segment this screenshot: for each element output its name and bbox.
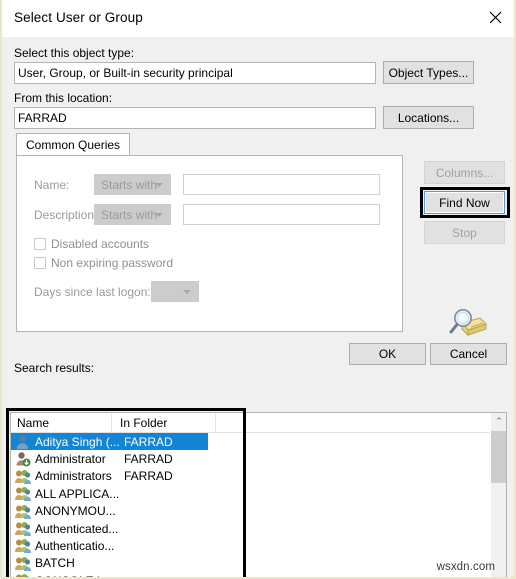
list-rows: Aditya Singh (... FARRAD Administrator FARR…	[11, 433, 506, 577]
cell-name: Authenticatio...	[35, 539, 115, 554]
cell-name: BATCH	[35, 556, 75, 571]
group-icon	[14, 469, 31, 485]
cell-in-folder: FARRAD	[124, 452, 173, 467]
chevron-down-icon	[183, 289, 191, 294]
locations-button[interactable]: Locations...	[383, 106, 474, 129]
group-icon	[14, 521, 31, 537]
table-row[interactable]: Administrator FARRAD	[11, 450, 506, 467]
object-type-label: Select this object type:	[14, 46, 135, 60]
cancel-button[interactable]: Cancel	[430, 343, 507, 365]
query-name-input[interactable]	[183, 174, 380, 195]
table-row[interactable]: CONSOLE L...	[11, 572, 506, 577]
columns-button[interactable]: Columns...	[424, 161, 505, 184]
disabled-accounts-label: Disabled accounts	[51, 237, 150, 251]
cell-name: Administrator	[35, 452, 106, 467]
search-results-label: Search results:	[14, 361, 95, 375]
column-separator[interactable]	[111, 413, 112, 433]
table-row[interactable]: ANONYMOU...	[11, 503, 506, 520]
table-row[interactable]: ALL APPLICA...	[11, 485, 506, 502]
chevron-down-icon	[155, 212, 163, 217]
days-since-last-logon-label: Days since last logon:	[34, 285, 151, 299]
group-icon	[14, 573, 31, 577]
days-since-last-logon-select[interactable]	[151, 281, 199, 302]
user-icon	[14, 434, 31, 450]
from-location-label: From this location:	[14, 91, 113, 105]
table-row[interactable]: Authenticated...	[11, 520, 506, 537]
query-name-operator-value: Starts with	[101, 177, 158, 192]
from-location-input[interactable]: FARRAD	[14, 107, 376, 129]
cell-in-folder: FARRAD	[124, 469, 173, 484]
cell-name: ANONYMOU...	[35, 504, 116, 519]
chevron-down-icon	[155, 182, 163, 187]
query-description-operator-value: Starts with	[101, 207, 158, 222]
window-title: Select User or Group	[14, 10, 143, 25]
table-row[interactable]: BATCH	[11, 555, 506, 572]
object-type-input[interactable]: User, Group, or Built-in security princi…	[14, 62, 376, 84]
query-description-label: Description:	[34, 208, 98, 222]
cell-name: ALL APPLICA...	[35, 486, 120, 501]
query-description-operator-select[interactable]: Starts with	[94, 204, 171, 225]
column-header-name[interactable]: Name	[17, 416, 49, 430]
non-expiring-password-checkbox[interactable]: Non expiring password	[34, 256, 173, 270]
select-user-or-group-dialog: Select User or Group Select this object …	[0, 0, 516, 579]
search-results-list[interactable]: Name In Folder Aditya Singh (... FARRAD Ad…	[10, 412, 507, 577]
cell-name: Administrators	[35, 469, 112, 484]
scroll-up-icon[interactable]: ⌃	[491, 413, 506, 430]
non-expiring-password-label: Non expiring password	[51, 256, 174, 270]
group-icon	[14, 486, 31, 502]
group-icon	[14, 556, 31, 572]
group-icon	[14, 538, 31, 554]
table-row[interactable]: Administrators FARRAD	[11, 468, 506, 485]
column-separator[interactable]	[215, 413, 216, 433]
cell-name: CONSOLE L...	[35, 574, 114, 577]
column-header-in-folder[interactable]: In Folder	[120, 416, 167, 430]
object-types-button[interactable]: Object Types...	[383, 61, 474, 84]
query-name-label: Name:	[34, 178, 70, 192]
stop-button[interactable]: Stop	[424, 221, 505, 244]
tab-common-queries[interactable]: Common Queries	[16, 133, 131, 156]
group-icon	[14, 504, 31, 520]
query-description-input[interactable]	[183, 204, 380, 225]
ok-button[interactable]: OK	[349, 343, 426, 365]
close-icon[interactable]	[472, 0, 514, 34]
title-bar: Select User or Group	[2, 0, 514, 38]
watermark: wsxdn.com	[436, 561, 495, 573]
common-queries-panel: Name: Starts with Description: Starts wi…	[16, 155, 403, 332]
query-name-operator-select[interactable]: Starts with	[94, 174, 171, 195]
user-admin-icon	[14, 451, 31, 467]
find-now-button[interactable]: Find Now	[424, 191, 505, 214]
table-row[interactable]: Aditya Singh (... FARRAD	[11, 433, 208, 451]
tab-strip: Common Queries	[16, 133, 403, 156]
checkbox-box	[34, 257, 46, 269]
results-scrollbar[interactable]: ⌃ ⌄	[490, 413, 506, 577]
magnifier-folder-icon	[446, 305, 490, 345]
disabled-accounts-checkbox[interactable]: Disabled accounts	[34, 237, 149, 251]
list-header: Name In Folder	[11, 413, 506, 433]
cell-in-folder: FARRAD	[124, 434, 173, 449]
dialog-body: Select this object type: User, Group, or…	[2, 37, 514, 577]
checkbox-box	[34, 238, 46, 250]
scrollbar-thumb[interactable]	[491, 431, 506, 483]
cell-name: Authenticated...	[35, 521, 119, 536]
cell-name: Aditya Singh (...	[35, 434, 120, 449]
table-row[interactable]: Authenticatio...	[11, 537, 506, 554]
